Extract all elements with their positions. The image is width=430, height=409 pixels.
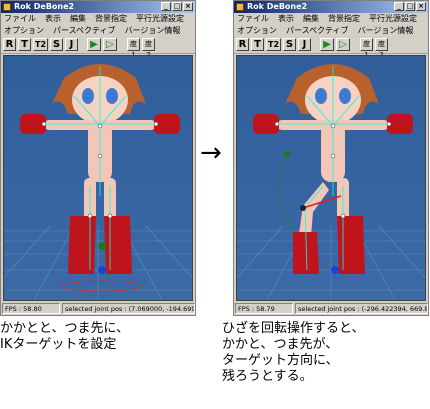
angle2-button[interactable]: 度2	[142, 38, 155, 59]
character-scene	[4, 64, 192, 300]
window-title: Rok DeBone2	[14, 2, 75, 11]
menu-version[interactable]: バージョン情報	[358, 25, 414, 37]
right-boot	[337, 216, 365, 274]
step-icon[interactable]: ▷	[103, 38, 117, 51]
menu-light[interactable]: 平行光源設定	[136, 13, 184, 25]
scale-tool-button[interactable]: S	[283, 38, 296, 51]
right-eye	[339, 88, 351, 104]
title-bar: Rok DeBone2 _ □ ×	[234, 1, 428, 13]
selected-knee-joint[interactable]	[300, 205, 306, 211]
menu-version[interactable]: バージョン情報	[125, 25, 181, 37]
left-boot	[68, 216, 96, 274]
menu-edit[interactable]: 編集	[303, 13, 319, 25]
left-eye	[82, 88, 94, 104]
rotate-tool-button[interactable]: R	[236, 38, 249, 51]
menu-option[interactable]: オプション	[237, 25, 277, 37]
angle1-button[interactable]: 度1	[360, 38, 373, 59]
maximize-icon[interactable]: □	[172, 2, 182, 11]
step-icon[interactable]: ▷	[336, 38, 350, 51]
floor-grid	[237, 225, 425, 300]
menu-view[interactable]: 表示	[45, 13, 61, 25]
rotate-tool-button[interactable]: R	[3, 38, 16, 51]
status-bar: FPS : 58.79 selected joint pos : (-296.4…	[235, 303, 428, 314]
menu-light[interactable]: 平行光源設定	[369, 13, 417, 25]
scale-tool-button[interactable]: S	[50, 38, 63, 51]
menu-file[interactable]: ファイル	[237, 13, 269, 25]
translate2-tool-button[interactable]: T2	[266, 38, 281, 51]
right-boot	[104, 216, 132, 274]
menu-background[interactable]: 背景指定	[328, 13, 360, 25]
title-bar: Rok DeBone2 _ □ ×	[1, 1, 195, 13]
app-window-before: Rok DeBone2 _ □ × ファイル 表示 編集 背景指定 平行光源設定…	[0, 0, 196, 316]
translate-tool-button[interactable]: T	[251, 38, 264, 51]
ik-target-green[interactable]	[98, 242, 106, 250]
right-eye	[106, 88, 118, 104]
joint-pos-readout: selected joint pos : (-296.422394, 669.8	[295, 303, 428, 314]
joint-tool-button[interactable]: J	[65, 38, 78, 51]
minimize-icon[interactable]: _	[394, 2, 404, 11]
caption-before: かかとと、つま先に、 IKターゲットを設定	[0, 321, 130, 352]
ik-target-blue[interactable]	[331, 266, 339, 274]
app-icon	[3, 3, 11, 11]
window-title: Rok DeBone2	[247, 2, 308, 11]
maximize-icon[interactable]: □	[405, 2, 415, 11]
transition-arrow: →	[200, 138, 222, 168]
menu-view[interactable]: 表示	[278, 13, 294, 25]
translate-tool-button[interactable]: T	[18, 38, 31, 51]
menu-bar: ファイル 表示 編集 背景指定 平行光源設定	[1, 13, 195, 25]
play-icon[interactable]: ▶	[320, 38, 334, 51]
joint-tool-button[interactable]: J	[298, 38, 311, 51]
close-icon[interactable]: ×	[416, 2, 426, 11]
fps-readout: FPS : 58.80	[2, 303, 60, 314]
menu-bar-2: オプション パースペクティブ バージョン情報	[1, 25, 195, 37]
ik-target-blue[interactable]	[98, 266, 106, 274]
menu-perspective[interactable]: パースペクティブ	[286, 25, 349, 37]
caption-after: ひざを回転操作すると、 かかと、つま先が、 ターゲット方向に、 残ろうとする。	[222, 321, 365, 384]
angle1-button[interactable]: 度1	[127, 38, 140, 59]
rotation-ring	[61, 280, 143, 292]
menu-perspective[interactable]: パースペクティブ	[53, 25, 116, 37]
menu-edit[interactable]: 編集	[70, 13, 86, 25]
menu-bar: ファイル 表示 編集 背景指定 平行光源設定	[234, 13, 428, 25]
rotation-arc	[277, 155, 296, 233]
play-icon[interactable]: ▶	[87, 38, 101, 51]
left-eye	[315, 88, 327, 104]
menu-file[interactable]: ファイル	[4, 13, 36, 25]
3d-viewport[interactable]	[3, 55, 193, 301]
ik-target-green[interactable]	[284, 151, 290, 157]
status-bar: FPS : 58.80 selected joint pos : (7.0690…	[2, 303, 195, 314]
fps-readout: FPS : 58.79	[235, 303, 293, 314]
joint-pos-readout: selected joint pos : (7.069000, -194.699	[62, 303, 195, 314]
menu-background[interactable]: 背景指定	[95, 13, 127, 25]
minimize-icon[interactable]: _	[161, 2, 171, 11]
menu-bar-2: オプション パースペクティブ バージョン情報	[234, 25, 428, 37]
3d-viewport[interactable]	[236, 55, 426, 301]
toolbar: R T T2 S J ▶ ▷ 度1 度2	[1, 37, 195, 59]
close-icon[interactable]: ×	[183, 2, 193, 11]
app-icon	[236, 3, 244, 11]
floor-grid	[4, 225, 192, 300]
app-window-after: Rok DeBone2 _ □ × ファイル 表示 編集 背景指定 平行光源設定…	[233, 0, 429, 316]
character-scene	[237, 64, 425, 300]
menu-option[interactable]: オプション	[4, 25, 44, 37]
toolbar: R T T2 S J ▶ ▷ 度1 度2	[234, 37, 428, 59]
translate2-tool-button[interactable]: T2	[33, 38, 48, 51]
angle2-button[interactable]: 度2	[375, 38, 388, 59]
